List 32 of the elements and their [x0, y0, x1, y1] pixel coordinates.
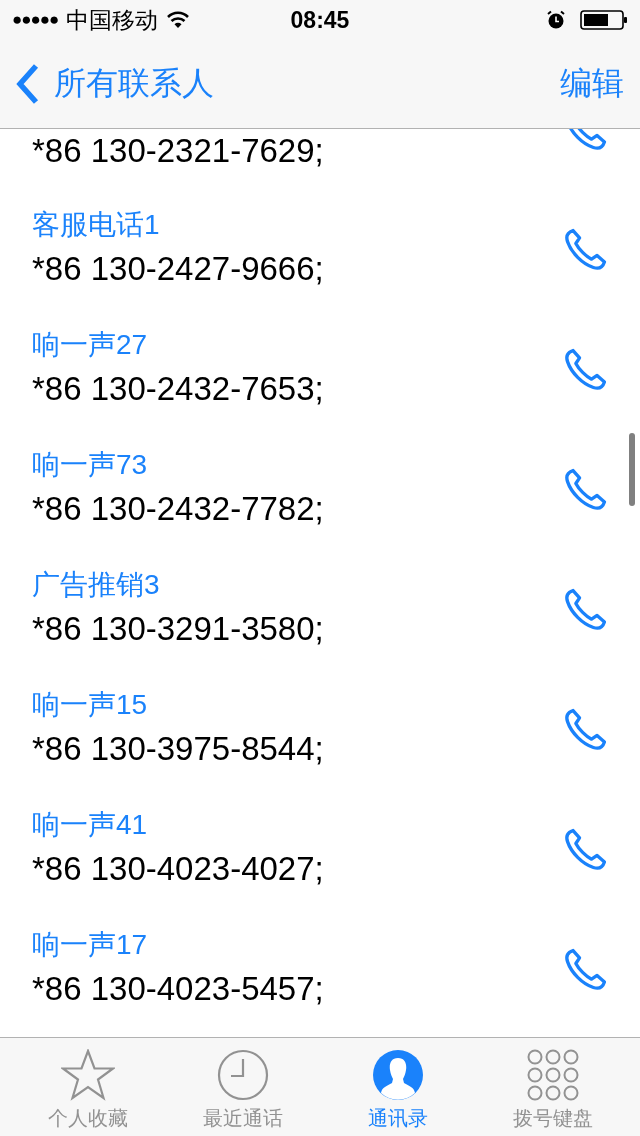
back-chevron-icon	[16, 63, 40, 105]
tab-bar-item[interactable]: 个人收藏	[22, 1038, 153, 1136]
phone-number: *86 130-2432-7782;	[32, 489, 324, 529]
wifi-icon	[166, 11, 191, 29]
contact-name: 响一声15	[32, 688, 149, 722]
carrier-name: 中国移动	[66, 5, 159, 35]
phone-number: *86 130-3291-3580;	[32, 609, 324, 649]
tab-bar-item[interactable]: 最近通话	[177, 1038, 308, 1136]
phone-number: *86 130-2427-9666;	[32, 249, 324, 289]
phone-number: *86 130-2432-7653;	[32, 369, 324, 409]
person-icon	[371, 1049, 424, 1101]
battery-icon	[580, 10, 628, 30]
alarm-clock-icon	[546, 10, 566, 30]
back-button[interactable]: 所有联系人	[16, 62, 214, 106]
phone-number: *86 130-3975-8544;	[32, 729, 324, 769]
tab-bar-item[interactable]: 通讯录	[332, 1038, 463, 1136]
clock-time: 08:45	[290, 6, 350, 34]
contact-name: 响一声27	[32, 328, 149, 362]
contact-name: 响一声17	[32, 928, 149, 962]
edit-button[interactable]: 编辑	[560, 62, 624, 106]
phone-number: *86 130-4023-4027;	[32, 849, 324, 889]
contact-name: 响一声41	[32, 808, 149, 842]
keypad-icon	[526, 1049, 579, 1101]
contact-name: 响一声73	[32, 448, 149, 482]
star-icon	[60, 1049, 115, 1101]
tab-bar-item[interactable]: 拨号键盘	[487, 1038, 618, 1136]
contact-name: 客服电话1	[32, 208, 161, 242]
phone-number: *86 130-2321-7629;	[32, 130, 324, 171]
phone-number: *86 130-4023-5457;	[32, 969, 324, 1009]
clock-icon	[216, 1049, 269, 1101]
signal-strength-dots: ●●●●●	[12, 10, 59, 30]
contact-name: 广告推销3	[32, 568, 161, 602]
